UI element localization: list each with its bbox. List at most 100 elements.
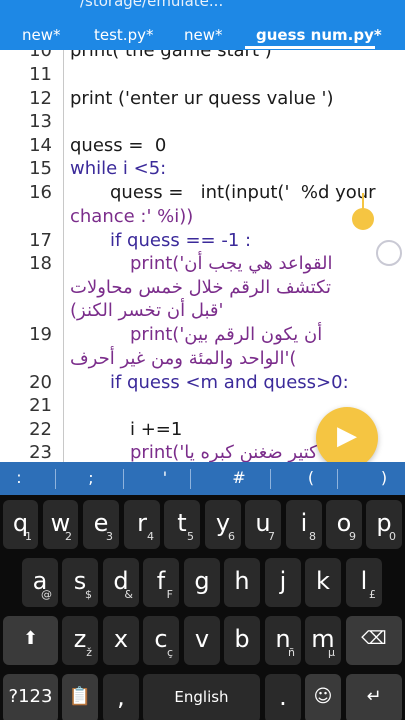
code-line[interactable]: quess = 0 [70,135,166,156]
soft-keyboard: q1 w2 e3 r4 t5 y6 u7 i8 o9 p0 a @ s $ d & f… [0,495,405,720]
line-number: 18 [29,253,52,274]
key-alt: 4 [147,530,154,543]
key-k[interactable]: k [305,558,341,607]
run-button[interactable]: ▶ [316,407,378,462]
key-r[interactable]: r4 [124,500,160,549]
clipboard-key[interactable]: 📋 [62,674,98,720]
backspace-icon: ⌫ [361,628,387,649]
numbers-key[interactable]: ?123 [3,674,58,720]
file-path: /storage/emulate... [80,0,224,10]
key-label: v [194,625,210,653]
key-alt: & [124,588,133,601]
key-alt: 2 [65,530,72,543]
key-a[interactable]: a @ [22,558,58,607]
key-j[interactable]: j [265,558,301,607]
key-z[interactable]: zž [62,616,98,665]
key-alt: 8 [309,530,316,543]
clipboard-icon: 📋 [68,686,92,707]
key-u[interactable]: u7 [245,500,281,549]
key-alt: £ [369,588,376,601]
key-y[interactable]: y6 [205,500,241,549]
code-line[interactable]: print('كتير ضغنن كبره يا [130,442,318,462]
key-label: English [174,688,229,706]
comma-key[interactable]: , [103,674,139,720]
key-label: j [279,567,287,595]
key-w[interactable]: w2 [43,500,78,549]
key-l[interactable]: l £ [346,558,382,607]
line-number: 10 [29,50,52,61]
code-line[interactable]: print ('enter ur quess value ') [70,88,334,109]
key-label: i [300,509,308,537]
scroll-indicator[interactable] [376,240,402,266]
key-t[interactable]: t5 [164,500,200,549]
key-b[interactable]: b [224,616,260,665]
tab-new-2[interactable]: new* [184,26,223,44]
cursor-handle[interactable] [352,208,374,230]
code-line-wrap[interactable]: chance :' %i)) [70,206,193,227]
key-i[interactable]: i8 [286,500,322,549]
key-d[interactable]: d & [103,558,139,607]
key-alt: ž [86,646,92,659]
key-g[interactable]: g [184,558,220,607]
key-alt: $ [85,588,92,601]
code-line[interactable]: quess = int(input(' %d your [110,182,376,203]
line-number: 17 [29,230,52,251]
symbol-semicolon[interactable]: ; [76,468,106,487]
key-label: . [279,683,287,711]
key-q[interactable]: q1 [3,500,38,549]
line-number: 22 [29,419,52,440]
key-alt: 3 [106,530,113,543]
key-m[interactable]: mμ [305,616,341,665]
key-alt: ñ [288,646,295,659]
backspace-key[interactable]: ⌫ [346,616,402,665]
key-v[interactable]: v [184,616,220,665]
play-icon: ▶ [337,421,357,451]
emoji-key[interactable]: ☺ [305,674,341,720]
tab-test-py[interactable]: test.py* [94,26,153,44]
symbol-quote[interactable]: ' [150,468,180,487]
period-key[interactable]: . [265,674,301,720]
symbol-close-paren[interactable]: ) [369,468,399,487]
key-alt: 9 [349,530,356,543]
key-f[interactable]: fF [143,558,179,607]
key-c[interactable]: cç [143,616,179,665]
line-number: 14 [29,135,52,156]
enter-key[interactable]: ↵ [346,674,402,720]
code-line[interactable]: print( the game start ) [70,50,272,61]
code-line[interactable]: print('أن يكون الرقم بين [130,324,322,345]
code-line[interactable]: print('القواعد هي يجب أن [130,253,333,274]
line-number: 21 [29,395,52,416]
key-n[interactable]: nñ [265,616,301,665]
symbol-colon[interactable]: : [4,468,34,487]
key-alt: 6 [228,530,235,543]
key-p[interactable]: p0 [366,500,402,549]
key-alt: 5 [187,530,194,543]
key-label: x [113,625,129,653]
symbol-divider [270,469,271,489]
key-e[interactable]: e3 [83,500,119,549]
code-line-wrap[interactable]: تكتشف الرقم خلال خمس محاولات [70,277,331,298]
code-editor[interactable]: 10 print( the game start ) 11 12 print (… [0,50,405,462]
line-number: 12 [29,88,52,109]
tab-new-1[interactable]: new* [22,26,61,44]
key-s[interactable]: s $ [62,558,98,607]
code-line[interactable]: if quess == -1 : [110,230,251,251]
key-label: f [156,567,166,595]
key-label: , [117,683,125,711]
code-line[interactable]: if quess <m and quess>0: [110,372,349,393]
key-o[interactable]: o9 [326,500,362,549]
symbol-bar: : ; ' # ( ) [0,462,405,495]
symbol-divider [55,469,56,489]
shift-key[interactable]: ⬆ [3,616,58,665]
key-h[interactable]: h [224,558,260,607]
symbol-hash[interactable]: # [224,468,254,487]
space-key[interactable]: English [143,674,260,720]
symbol-open-paren[interactable]: ( [296,468,326,487]
code-line-wrap[interactable]: الواحد والمئة ومن غير أحرف'( [70,348,296,369]
active-tab-indicator [245,46,375,49]
tab-guess-num-py[interactable]: guess num.py* [256,26,382,44]
code-line-wrap[interactable]: (قبل أن تخسر الكنز' [70,300,223,321]
key-x[interactable]: x [103,616,139,665]
code-line[interactable]: i +=1 [130,419,182,440]
code-line[interactable]: while i <5: [70,158,166,179]
